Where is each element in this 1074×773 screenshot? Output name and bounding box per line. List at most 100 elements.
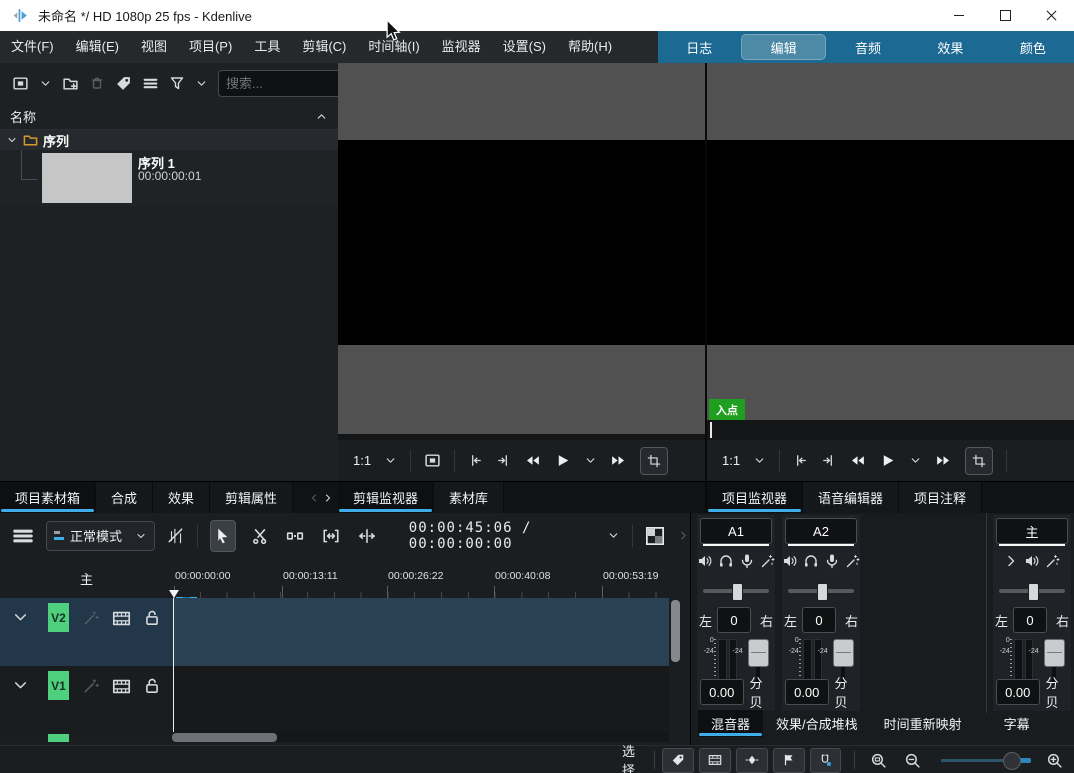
mute-icon[interactable] [782, 553, 798, 569]
use-timeline-zone-button[interactable] [645, 526, 665, 546]
monitor-playhead[interactable] [710, 422, 712, 438]
chevron-up-icon[interactable] [315, 110, 328, 123]
timecode-dropdown-icon[interactable] [607, 529, 620, 542]
zone-out-icon[interactable] [821, 453, 836, 468]
split-tool-button[interactable] [355, 521, 379, 551]
track-effects-icon[interactable] [82, 677, 100, 695]
project-monitor-ruler[interactable] [707, 420, 1074, 440]
menu-help[interactable]: 帮助(H) [557, 31, 623, 63]
effects-wand-icon[interactable] [1045, 553, 1061, 569]
selection-tool-button[interactable] [210, 520, 236, 552]
expand-icon[interactable] [1003, 553, 1019, 569]
maximize-button[interactable] [982, 0, 1028, 31]
razor-tool-button[interactable] [248, 521, 272, 551]
zoom-fit-button[interactable] [863, 749, 893, 772]
balance-slider[interactable] [788, 583, 854, 599]
db-value[interactable]: 0.00 [996, 679, 1040, 705]
tag-button[interactable] [115, 75, 132, 92]
toolbar-overflow-icon[interactable] [677, 529, 690, 542]
tab-scroll-left-icon[interactable] [308, 492, 320, 504]
workspace-tab-color[interactable]: 颜色 [992, 31, 1074, 63]
track-v2-lane[interactable] [173, 598, 669, 666]
add-clip-dropdown-icon[interactable] [39, 77, 52, 90]
tab-library[interactable]: 素材库 [434, 482, 504, 513]
clip-monitor-icon[interactable] [424, 452, 441, 469]
timeline-timecode[interactable]: 00:00:45:06 / 00:00:00:00 [409, 520, 595, 552]
menu-tools[interactable]: 工具 [243, 31, 291, 63]
zoom-dropdown-icon[interactable] [753, 454, 766, 467]
tab-speech-editor[interactable]: 语音编辑器 [803, 482, 899, 513]
add-clip-button[interactable] [12, 75, 29, 92]
mute-icon[interactable] [1024, 553, 1040, 569]
balance-slider[interactable] [999, 583, 1065, 599]
mix-clips-button[interactable] [167, 527, 185, 545]
collapse-track-icon[interactable] [12, 677, 29, 694]
track-v2-header[interactable]: V2 [0, 598, 173, 666]
track-type-video-icon[interactable] [112, 677, 131, 696]
tab-project-monitor[interactable]: 项目监视器 [707, 482, 803, 513]
track-v1-header[interactable]: V1 [0, 666, 173, 732]
track-partial-header[interactable] [0, 732, 173, 742]
timeline-ruler[interactable]: 00:00:00:00 00:00:13:11 00:00:26:22 00:0… [173, 558, 670, 598]
forward-icon[interactable] [610, 452, 627, 469]
zone-mode-button[interactable] [640, 447, 668, 475]
track-effects-icon[interactable] [82, 609, 100, 627]
tab-scroll-right-icon[interactable] [322, 492, 334, 504]
workspace-tab-editing[interactable]: 编辑 [741, 34, 825, 60]
play-icon[interactable] [554, 452, 571, 469]
zone-out-icon[interactable] [496, 453, 511, 468]
menu-clip[interactable]: 剪辑(C) [291, 31, 357, 63]
timeline-zoom-slider[interactable] [941, 751, 1031, 769]
search-input[interactable] [218, 70, 342, 97]
track-v1[interactable]: V1 [0, 666, 669, 732]
mute-icon[interactable] [697, 553, 713, 569]
solo-headphones-icon[interactable] [803, 553, 819, 569]
tab-mixer[interactable]: 混音器 [698, 710, 763, 737]
forward-icon[interactable] [935, 452, 952, 469]
channel-name[interactable]: 主 [996, 518, 1068, 544]
balance-value[interactable]: 0 [802, 607, 836, 633]
track-type-video-icon[interactable] [112, 609, 131, 628]
db-value[interactable]: 0.00 [700, 679, 744, 705]
zone-in-icon[interactable] [793, 453, 808, 468]
track-v2[interactable]: V2 [0, 598, 669, 666]
zone-in-icon[interactable] [468, 453, 483, 468]
clip-monitor-display[interactable] [338, 140, 705, 345]
chevron-down-icon[interactable] [6, 134, 18, 146]
menu-file[interactable]: 文件(F) [0, 31, 65, 63]
zoom-out-button[interactable] [898, 749, 928, 772]
zoom-slider-handle[interactable] [1003, 752, 1021, 770]
snap-magnet-button[interactable] [810, 748, 842, 773]
create-folder-button[interactable] [62, 75, 79, 92]
record-mic-icon[interactable] [824, 553, 840, 569]
menu-settings[interactable]: 设置(S) [492, 31, 557, 63]
tab-time-remap[interactable]: 时间重新映射 [871, 710, 975, 737]
channel-name[interactable]: A1 [700, 518, 772, 544]
rewind-icon[interactable] [849, 452, 866, 469]
tab-effect-stack[interactable]: 效果/合成堆栈 [763, 710, 871, 737]
track-lock-icon[interactable] [143, 609, 161, 627]
clip-thumbnail[interactable] [42, 153, 132, 203]
play-icon[interactable] [879, 452, 896, 469]
menu-view[interactable]: 视图 [130, 31, 178, 63]
tab-subtitles[interactable]: 字幕 [991, 710, 1043, 737]
track-v2-badge[interactable]: V2 [48, 603, 69, 632]
timeline-playhead[interactable] [169, 590, 179, 598]
filter-dropdown-icon[interactable] [195, 77, 208, 90]
timeline-master-button[interactable]: 主 [0, 558, 173, 598]
db-value[interactable]: 0.00 [785, 679, 829, 705]
close-button[interactable] [1028, 0, 1074, 31]
insert-zone-button[interactable] [319, 521, 343, 551]
spacer-tool-button[interactable] [284, 521, 308, 551]
show-keyframes-button[interactable] [736, 748, 768, 773]
bin-folder-row[interactable]: 序列 [0, 130, 338, 150]
project-monitor-display[interactable] [707, 140, 1074, 345]
track-v1-badge[interactable]: V1 [48, 671, 69, 700]
balance-slider[interactable] [703, 583, 769, 599]
timeline-horizontal-scrollbar[interactable] [172, 733, 277, 742]
zoom-dropdown-icon[interactable] [384, 454, 397, 467]
channel-name[interactable]: A2 [785, 518, 857, 544]
track-v1-lane[interactable] [173, 666, 669, 732]
effects-wand-icon[interactable] [760, 553, 776, 569]
show-tags-button[interactable] [662, 748, 694, 773]
